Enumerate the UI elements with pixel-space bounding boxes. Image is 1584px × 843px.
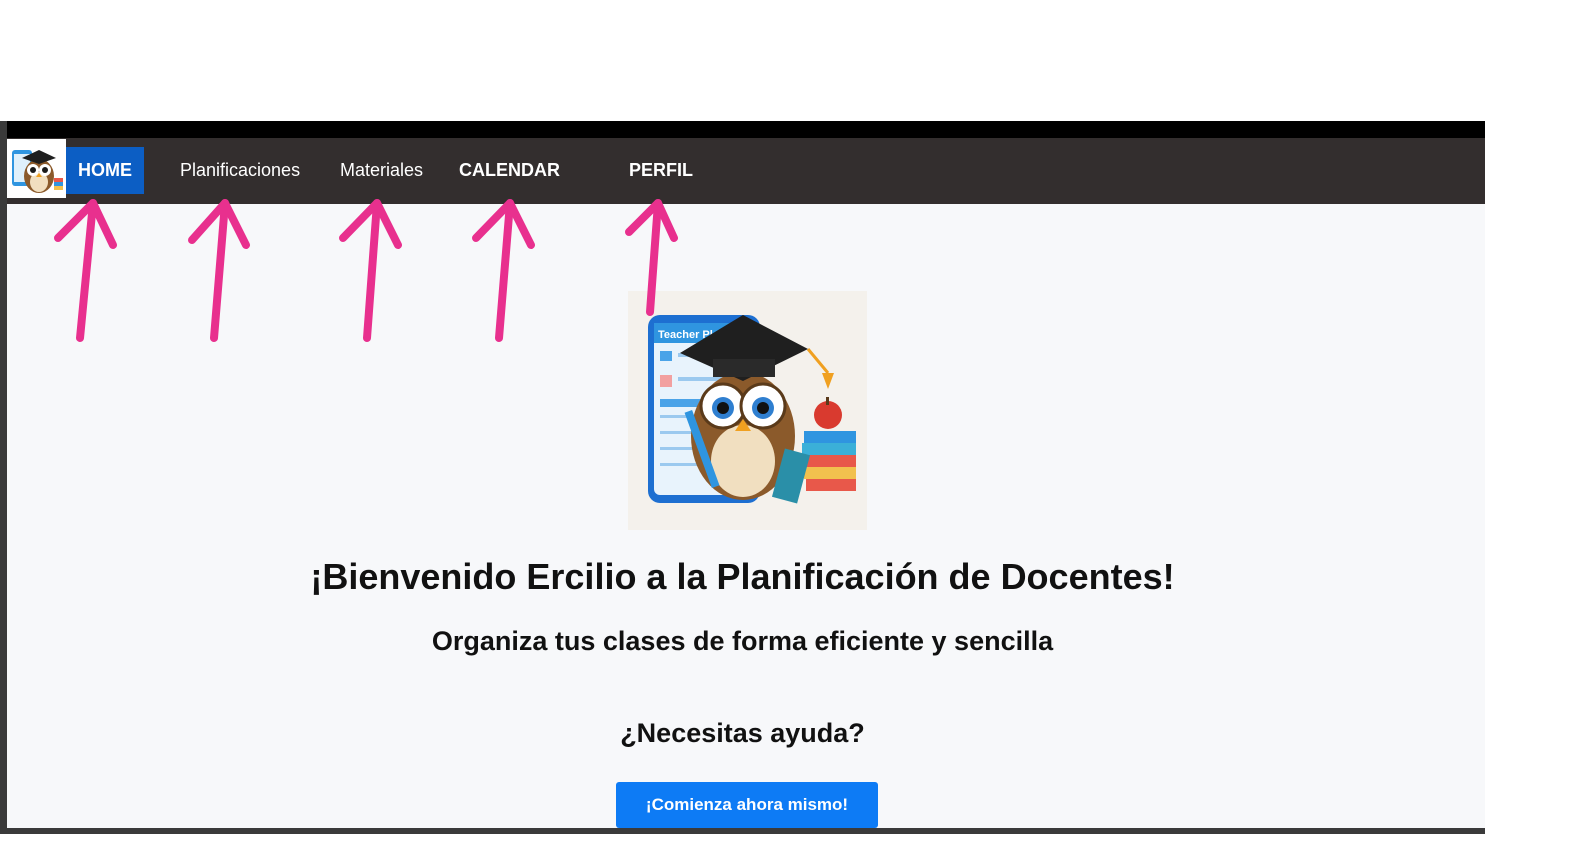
browser-window: HOME Planificaciones Materiales CALENDAR… [0, 121, 1485, 834]
nav-planificaciones[interactable]: Planificaciones [180, 147, 300, 194]
welcome-title: ¡Bienvenido Ercilio a la Planificación d… [310, 556, 1175, 597]
window-bottom-border [0, 828, 1485, 834]
welcome-subtitle: Organiza tus clases de forma eficiente y… [431, 626, 1054, 656]
navbar: HOME Planificaciones Materiales CALENDAR… [0, 138, 1485, 204]
nav-home[interactable]: HOME [66, 147, 144, 194]
owl-logo-icon[interactable] [7, 139, 66, 198]
help-heading: ¿Necesitas ayuda? [620, 718, 865, 748]
owl-teacher-illustration: Teacher Pl [628, 291, 867, 530]
window-top-bar [0, 121, 1485, 138]
nav-calendar[interactable]: CALENDAR [459, 147, 560, 194]
nav-perfil[interactable]: PERFIL [629, 147, 693, 194]
start-now-button[interactable]: ¡Comienza ahora mismo! [616, 782, 878, 828]
window-left-border [0, 121, 7, 834]
nav-materiales[interactable]: Materiales [340, 147, 423, 194]
